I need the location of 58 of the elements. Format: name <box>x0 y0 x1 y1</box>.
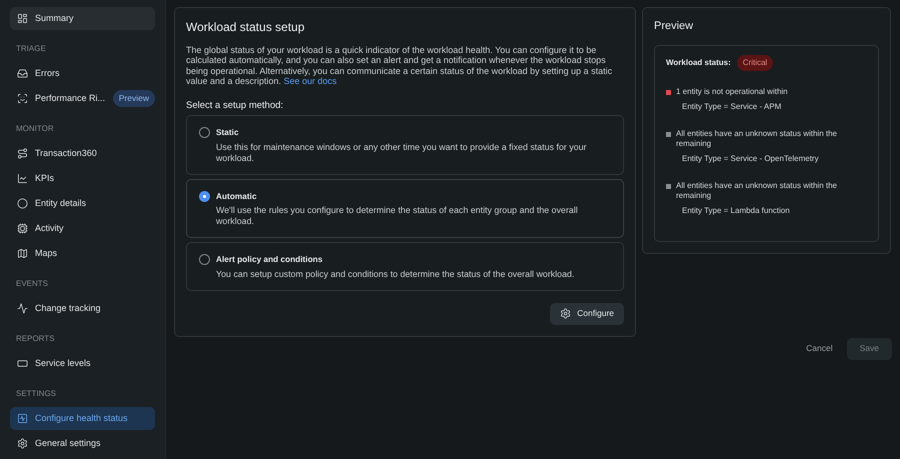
radio-button[interactable] <box>199 190 210 202</box>
method-card[interactable]: Static Use this for maintenance windows or any other time you want to provide a fixed status for your workload. <box>186 115 624 175</box>
sidebar-item[interactable]: Maps <box>10 242 155 265</box>
sidebar-item[interactable]: Errors <box>10 62 155 85</box>
bar-icon <box>17 358 28 369</box>
circle-icon <box>17 198 28 209</box>
sidebar-item[interactable]: Activity <box>10 217 155 240</box>
cancel-button[interactable]: Cancel <box>802 338 837 360</box>
method-description: You can setup custom policy and conditions to determine the status of the overall workload. <box>216 268 574 280</box>
method-title: Static <box>216 126 240 139</box>
docs-link[interactable]: See our docs <box>284 76 337 86</box>
method-title: Automatic <box>216 190 258 202</box>
method-card[interactable]: Automatic We'll use the rules you configure to determine the status of each entity group and the overall workload. <box>186 178 624 238</box>
configure-button[interactable]: Configure <box>550 302 624 325</box>
status-badge: Critical <box>736 54 774 70</box>
radio-button[interactable] <box>199 254 210 266</box>
sidebar-item[interactable]: Change tracking <box>10 297 155 320</box>
gear-icon <box>17 438 28 449</box>
pulse-square-icon <box>17 413 28 424</box>
description: The global status of your workload is a quick indicator of the workload health. You can configure it to be calculated automatically, and you can also set an alert and get a notification whenever the workload stops being operational. Alternatively, you can communicate a certain status of the workload by setting up a static value and a description. See our docs <box>186 45 614 86</box>
pulse-icon <box>17 303 28 314</box>
map-icon <box>17 248 28 259</box>
chip-icon <box>17 223 28 234</box>
rule-text: All entities have an unknown status within the remaining <box>676 180 838 200</box>
method-title: Alert policy and conditions <box>216 253 324 266</box>
gear-icon <box>560 308 572 320</box>
sidebar-item[interactable]: General settings <box>10 432 155 455</box>
panel-title: Workload status setup <box>186 19 306 36</box>
section-heading: MONITOR <box>15 123 55 135</box>
preview-badge: Preview <box>112 90 155 107</box>
section-heading: TRIAGE <box>15 43 47 55</box>
sidebar-item[interactable]: Transaction360 <box>10 142 155 165</box>
rule-text: 1 entity is not operational within <box>676 86 788 96</box>
section-heading: REPORTS <box>15 333 56 345</box>
dashboard-icon <box>17 13 28 24</box>
sidebar-item[interactable]: Configure health status <box>10 407 155 430</box>
radio-button[interactable] <box>199 127 210 138</box>
sidebar-item[interactable]: Summary <box>10 7 155 30</box>
rule-text: All entities have an unknown status within the remaining <box>676 128 838 148</box>
section-heading: SETTINGS <box>15 388 58 400</box>
panel-title: Preview <box>654 19 694 34</box>
rule-detail: Entity Type = Lambda function <box>682 204 791 216</box>
method-description: We'll use the rules you configure to determine the status of each entity group and the overall workload. <box>216 205 579 228</box>
section-heading: Select a setup method: <box>186 99 284 114</box>
rule-detail: Entity Type = Service - OpenTelemetry <box>682 152 820 164</box>
sidebar-item[interactable]: Entity details <box>10 192 155 215</box>
sidebar-item[interactable]: Performance Ri... <box>10 87 109 110</box>
method-card[interactable]: Alert policy and conditions You can setup custom policy and conditions to determine the status of the overall workload. <box>186 242 624 291</box>
rule-detail: Entity Type = Service - APM <box>682 100 782 112</box>
method-description: Use this for maintenance windows or any other time you want to provide a fixed status for your workload. <box>216 142 588 164</box>
status-label: Workload status: <box>666 56 731 68</box>
sidebar-item[interactable]: Service levels <box>10 352 155 375</box>
route-icon <box>17 148 28 159</box>
inbox-icon <box>17 68 28 79</box>
section-heading: EVENTS <box>15 278 50 290</box>
face-icon <box>17 93 28 104</box>
line-chart-icon <box>17 173 28 184</box>
sidebar-item[interactable]: KPIs <box>10 167 155 190</box>
